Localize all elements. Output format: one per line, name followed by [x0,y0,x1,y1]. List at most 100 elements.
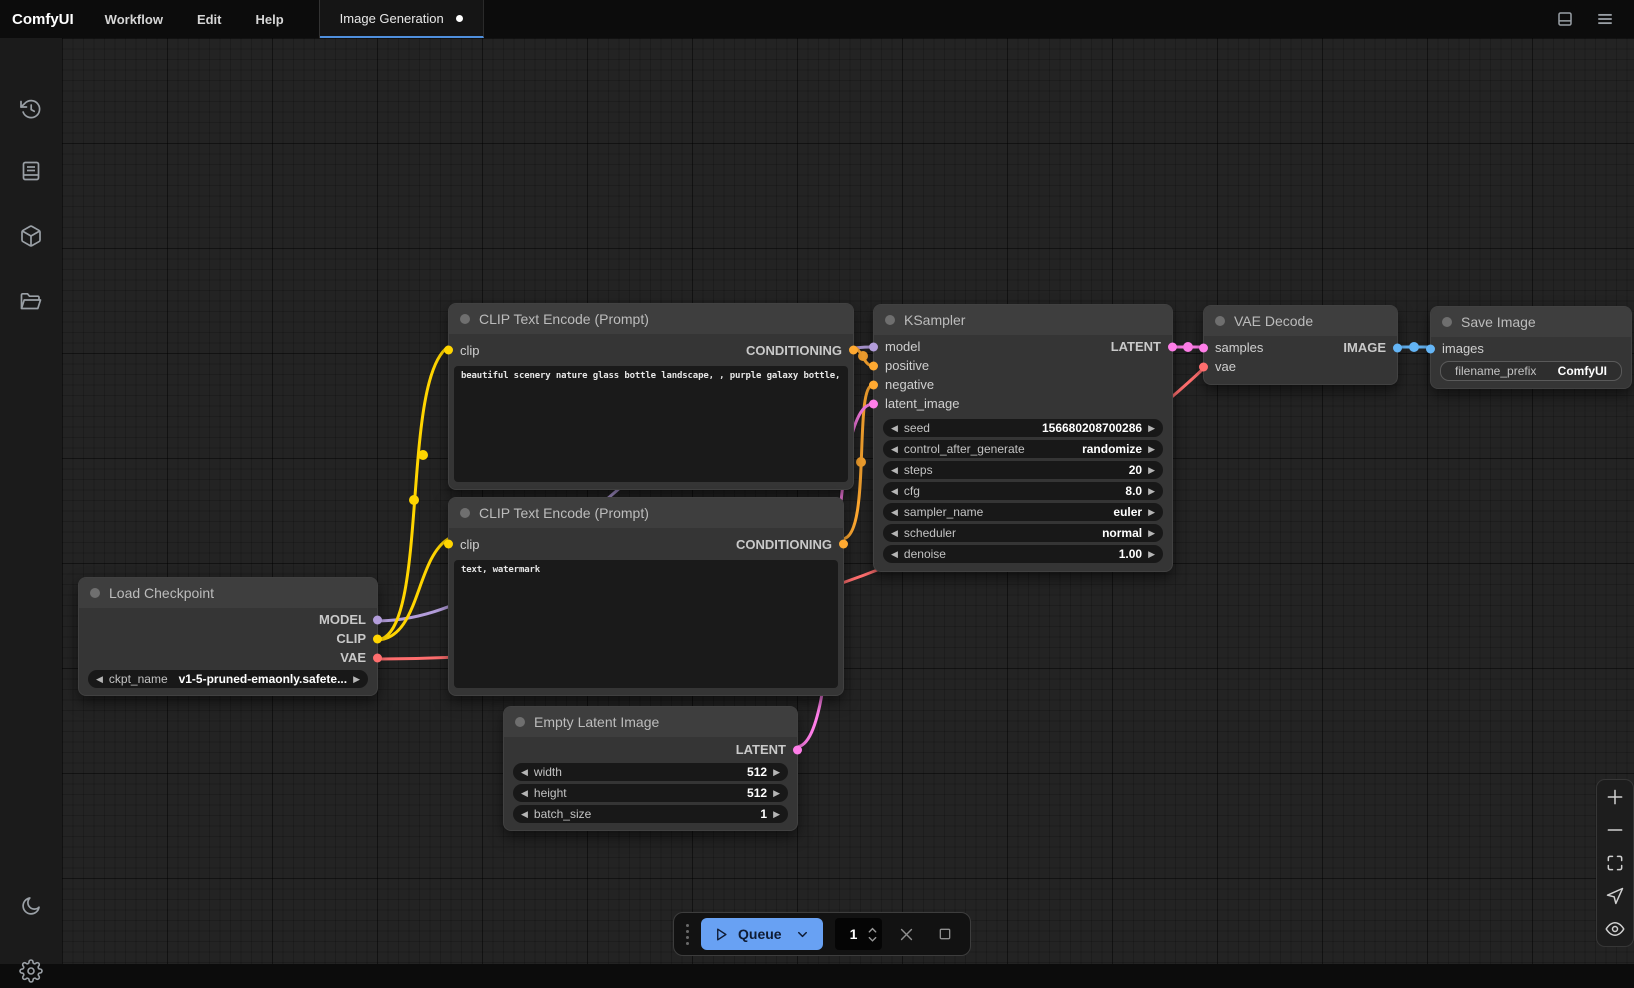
node-title-bar[interactable]: Save Image [1431,307,1631,337]
output-pin-clip[interactable] [373,634,382,643]
increment-arrow-icon[interactable] [1148,424,1155,433]
decrement-arrow-icon[interactable] [891,529,898,538]
batch-count-stepper[interactable]: 1 [835,918,882,950]
prompt-textarea[interactable]: text, watermark [454,560,838,688]
menu-workflow[interactable]: Workflow [88,0,180,38]
collapse-dot-icon[interactable] [90,588,100,598]
decrement-arrow-icon[interactable] [96,675,103,684]
output-pin-conditioning[interactable] [849,346,858,355]
widget-sampler-name[interactable]: sampler_name euler [883,503,1163,521]
collapse-dot-icon[interactable] [460,314,470,324]
hamburger-menu-icon[interactable] [1596,10,1614,28]
queue-list-icon[interactable] [19,159,43,183]
stepper-down-icon[interactable] [867,935,878,943]
node-graph-canvas[interactable] [62,38,1634,964]
node-save-image[interactable]: Save Image images filename_prefix ComfyU… [1430,306,1632,389]
input-pin-vae[interactable] [1199,362,1208,371]
increment-arrow-icon[interactable] [773,768,780,777]
increment-arrow-icon[interactable] [773,789,780,798]
model-library-icon[interactable] [19,224,43,248]
collapse-dot-icon[interactable] [515,717,525,727]
input-pin-clip[interactable] [444,540,453,549]
clear-queue-close-icon[interactable] [894,921,920,947]
decrement-arrow-icon[interactable] [891,466,898,475]
increment-arrow-icon[interactable] [1148,466,1155,475]
widget-scheduler[interactable]: scheduler normal [883,524,1163,542]
theme-toggle-moon-icon[interactable] [19,894,43,918]
widget-filename-prefix[interactable]: filename_prefix ComfyUI [1440,361,1622,381]
stop-icon[interactable] [932,921,958,947]
zoom-in-icon[interactable] [1605,787,1625,807]
increment-arrow-icon[interactable] [1148,550,1155,559]
input-pin-negative[interactable] [869,380,878,389]
widget-cfg[interactable]: cfg 8.0 [883,482,1163,500]
output-pin-vae[interactable] [373,653,382,662]
widget-ckpt-name[interactable]: ckpt_name v1-5-pruned-emaonly.safete... [88,670,368,688]
collapse-dot-icon[interactable] [460,508,470,518]
history-icon[interactable] [19,97,43,121]
node-clip-text-encode-negative[interactable]: CLIP Text Encode (Prompt) clip CONDITION… [448,497,844,696]
menu-edit[interactable]: Edit [180,0,239,38]
decrement-arrow-icon[interactable] [891,550,898,559]
decrement-arrow-icon[interactable] [521,810,528,819]
collapse-dot-icon[interactable] [885,315,895,325]
node-vae-decode[interactable]: VAE Decode samples IMAGE vae [1203,305,1398,385]
node-title-bar[interactable]: Load Checkpoint [79,578,377,608]
input-pin-positive[interactable] [869,361,878,370]
decrement-arrow-icon[interactable] [891,487,898,496]
node-clip-text-encode-positive[interactable]: CLIP Text Encode (Prompt) clip CONDITION… [448,303,854,490]
tab-image-generation[interactable]: Image Generation [320,0,484,38]
increment-arrow-icon[interactable] [1148,529,1155,538]
decrement-arrow-icon[interactable] [521,789,528,798]
widget-denoise[interactable]: denoise 1.00 [883,545,1163,563]
collapse-dot-icon[interactable] [1442,317,1452,327]
node-title-bar[interactable]: CLIP Text Encode (Prompt) [449,498,843,528]
decrement-arrow-icon[interactable] [891,424,898,433]
toggle-link-visibility-icon[interactable] [1605,919,1625,939]
increment-arrow-icon[interactable] [1148,487,1155,496]
bottom-panel-icon[interactable] [1556,10,1574,28]
input-pin-samples[interactable] [1199,343,1208,352]
decrement-arrow-icon[interactable] [891,508,898,517]
node-ksampler[interactable]: KSampler model LATENT positive negative … [873,304,1173,572]
select-mode-icon[interactable] [1605,886,1625,906]
node-title-bar[interactable]: VAE Decode [1204,306,1397,336]
node-load-checkpoint[interactable]: Load Checkpoint MODEL CLIP VAE ckpt_name… [78,577,378,696]
output-pin-latent[interactable] [793,745,802,754]
collapse-dot-icon[interactable] [1215,316,1225,326]
output-pin-latent[interactable] [1168,342,1177,351]
zoom-out-icon[interactable] [1605,820,1625,840]
output-pin-conditioning[interactable] [839,540,848,549]
increment-arrow-icon[interactable] [353,675,360,684]
increment-arrow-icon[interactable] [773,810,780,819]
stepper-up-icon[interactable] [867,926,878,934]
chevron-down-icon[interactable] [795,927,810,942]
workflows-folder-icon[interactable] [19,289,43,313]
decrement-arrow-icon[interactable] [521,768,528,777]
prompt-textarea[interactable]: beautiful scenery nature glass bottle la… [454,366,848,482]
increment-arrow-icon[interactable] [1148,508,1155,517]
widget-width[interactable]: width 512 [513,763,788,781]
widget-height[interactable]: height 512 [513,784,788,802]
widget-seed[interactable]: seed 156680208700286 [883,419,1163,437]
drag-handle-icon[interactable] [686,924,689,945]
widget-control-after-generate[interactable]: control_after_generate randomize [883,440,1163,458]
node-empty-latent-image[interactable]: Empty Latent Image LATENT width 512 heig… [503,706,798,831]
node-title-bar[interactable]: CLIP Text Encode (Prompt) [449,304,853,334]
input-pin-model[interactable] [869,342,878,351]
queue-button[interactable]: Queue [701,918,823,950]
menu-help[interactable]: Help [239,0,301,38]
increment-arrow-icon[interactable] [1148,445,1155,454]
decrement-arrow-icon[interactable] [891,445,898,454]
fit-view-icon[interactable] [1605,853,1625,873]
node-title-bar[interactable]: KSampler [874,305,1172,335]
input-pin-images[interactable] [1426,344,1435,353]
output-pin-model[interactable] [373,615,382,624]
output-pin-image[interactable] [1393,343,1402,352]
widget-steps[interactable]: steps 20 [883,461,1163,479]
input-pin-latent-image[interactable] [869,399,878,408]
input-pin-clip[interactable] [444,346,453,355]
settings-gear-icon[interactable] [19,959,43,983]
node-title-bar[interactable]: Empty Latent Image [504,707,797,737]
widget-batch-size[interactable]: batch_size 1 [513,805,788,823]
